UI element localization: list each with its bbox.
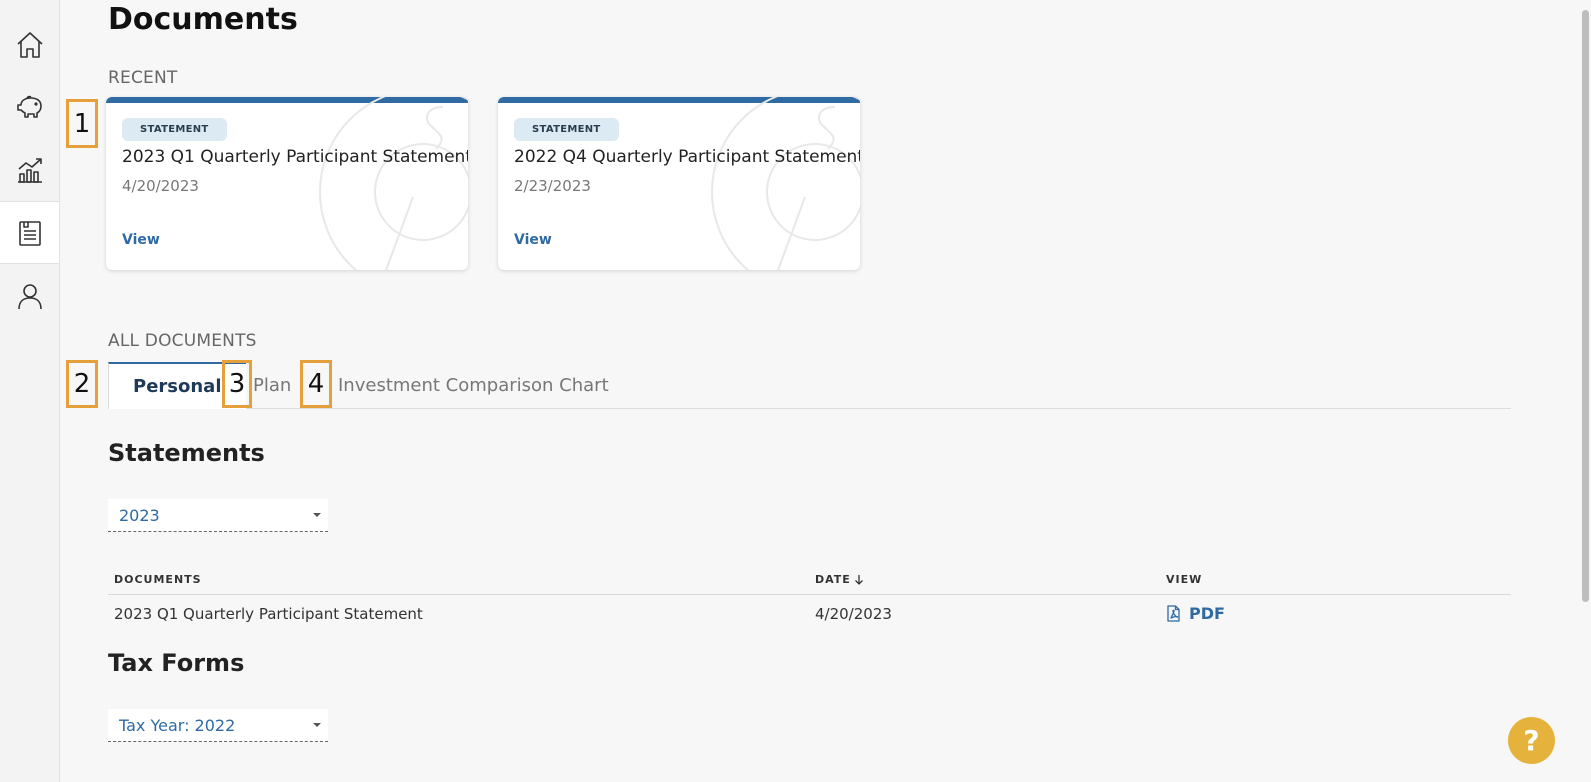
user-icon — [17, 283, 42, 309]
pdf-link-label: PDF — [1189, 604, 1225, 623]
column-header-documents[interactable]: DOCUMENTS — [114, 573, 202, 586]
sidebar-item-documents[interactable] — [0, 201, 59, 264]
caret-down-icon — [313, 513, 321, 517]
all-documents-label: ALL DOCUMENTS — [108, 331, 257, 351]
tax-forms-heading: Tax Forms — [108, 649, 245, 677]
column-header-date[interactable]: DATE — [815, 573, 864, 586]
card-date: 2/23/2023 — [514, 177, 591, 195]
pdf-file-icon — [1167, 605, 1180, 622]
card-date: 4/20/2023 — [122, 177, 199, 195]
document-name: 2023 Q1 Quarterly Participant Statement — [114, 605, 423, 623]
watermark-logo-icon — [711, 97, 860, 270]
caret-down-icon — [313, 723, 321, 727]
statements-year-select[interactable]: 2023 — [108, 499, 328, 532]
sort-down-arrow-icon — [854, 575, 863, 585]
recent-card[interactable]: STATEMENT 2022 Q4 Quarterly Participant … — [498, 97, 860, 270]
sidebar-item-investments[interactable] — [0, 138, 59, 201]
piggy-bank-icon — [16, 95, 42, 118]
table-row: 2023 Q1 Quarterly Participant Statement … — [108, 595, 1511, 635]
sidebar — [0, 0, 60, 782]
select-value: Tax Year: 2022 — [119, 716, 236, 735]
column-header-date-label: DATE — [815, 573, 851, 586]
document-icon — [18, 220, 41, 246]
tab-investment-comparison-chart[interactable]: Investment Comparison Chart — [338, 362, 609, 409]
card-title: 2023 Q1 Quarterly Participant Statement — [122, 147, 468, 167]
recent-card[interactable]: STATEMENT 2023 Q1 Quarterly Participant … — [106, 97, 468, 270]
annotation-marker-1: 1 — [66, 99, 98, 148]
select-value: 2023 — [119, 506, 160, 525]
page-title: Documents — [108, 2, 298, 37]
watermark-logo-icon — [319, 97, 468, 270]
sidebar-item-savings[interactable] — [0, 75, 59, 138]
annotation-marker-2: 2 — [66, 360, 98, 408]
column-header-view: VIEW — [1166, 573, 1203, 586]
main-content: Documents RECENT STATEMENT 2023 Q1 Quart… — [60, 0, 1591, 782]
vertical-scrollbar[interactable] — [1582, 10, 1589, 602]
table-header: DOCUMENTS DATE VIEW — [108, 565, 1511, 595]
sidebar-item-home[interactable] — [0, 13, 59, 76]
chart-icon — [17, 157, 42, 183]
document-date: 4/20/2023 — [815, 605, 892, 623]
view-link[interactable]: View — [514, 232, 552, 248]
pdf-link[interactable]: PDF — [1166, 604, 1225, 623]
statement-badge: STATEMENT — [122, 118, 227, 141]
sidebar-item-profile[interactable] — [0, 264, 59, 327]
recent-label: RECENT — [108, 68, 178, 88]
annotation-marker-3: 3 — [222, 360, 252, 408]
view-link[interactable]: View — [122, 232, 160, 248]
annotation-marker-4: 4 — [300, 360, 332, 408]
card-title: 2022 Q4 Quarterly Participant Statement — [514, 147, 860, 167]
home-icon — [16, 31, 43, 58]
statements-heading: Statements — [108, 439, 265, 467]
tax-year-select[interactable]: Tax Year: 2022 — [108, 709, 328, 742]
tab-plan[interactable]: Plan — [253, 362, 291, 409]
help-button[interactable]: ? — [1508, 717, 1555, 764]
statement-badge: STATEMENT — [514, 118, 619, 141]
statements-table: DOCUMENTS DATE VIEW 2023 Q1 Quarterly Pa… — [108, 565, 1511, 635]
